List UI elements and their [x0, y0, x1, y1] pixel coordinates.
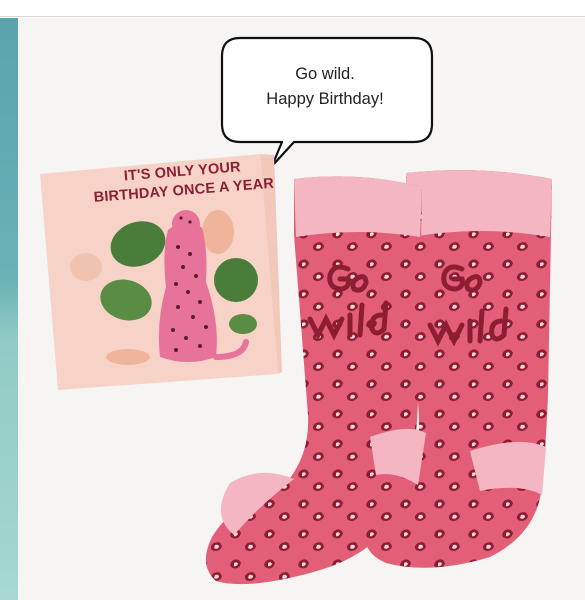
speech-bubble-text: Go wild. Happy Birthday! — [220, 62, 430, 112]
bubble-line-2: Happy Birthday! — [266, 90, 384, 108]
top-divider — [0, 16, 585, 17]
side-panel — [0, 18, 18, 600]
socks-pair — [205, 170, 552, 585]
bubble-line-1: Go wild. — [295, 65, 355, 83]
